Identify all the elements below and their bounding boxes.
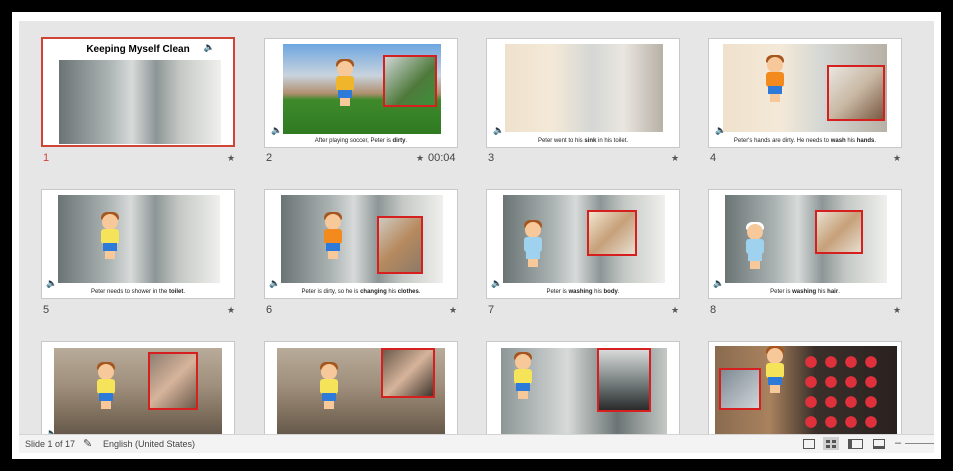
slide-number: 8 bbox=[710, 304, 717, 316]
slide-thumbnail-7[interactable]: 🔈 Peter is washing his body. bbox=[486, 189, 680, 299]
bathroom-photo bbox=[58, 195, 220, 283]
animation-star-icon: ★ bbox=[893, 153, 902, 163]
animation-star-icon: ★ bbox=[227, 153, 236, 163]
reading-view-icon[interactable] bbox=[847, 437, 863, 450]
peter-figure bbox=[98, 212, 122, 260]
speaker-icon: 🔈 bbox=[203, 42, 215, 52]
slide-thumbnail-1[interactable]: Keeping Myself Clean 🔈 bbox=[41, 37, 235, 147]
zoom-out-icon[interactable]: – bbox=[895, 437, 901, 449]
slide-thumbnail-12[interactable] bbox=[708, 341, 902, 441]
slide-thumbnail-4[interactable]: 🔈 Peter's hands are dirty. He needs to w… bbox=[708, 38, 902, 148]
zoom-inset bbox=[815, 210, 863, 254]
zoom-slider[interactable] bbox=[905, 443, 934, 444]
peter-figure bbox=[521, 220, 545, 268]
speaker-icon: 🔈 bbox=[269, 278, 281, 288]
slide-caption: Peter is dirty, so he is changing his cl… bbox=[301, 289, 421, 295]
peter-figure bbox=[743, 222, 767, 270]
slide-caption: Peter's hands are dirty. He needs to was… bbox=[733, 138, 877, 144]
peter-figure bbox=[94, 362, 118, 410]
slide-thumbnail-10[interactable] bbox=[264, 341, 458, 441]
slide-caption: After playing soccer, Peter is dirty. bbox=[314, 138, 408, 144]
animation-star-icon: ★ bbox=[893, 305, 902, 315]
speaker-icon: 🔈 bbox=[713, 278, 725, 288]
normal-view-icon[interactable] bbox=[801, 437, 817, 450]
animation-star-icon: ★ bbox=[449, 305, 458, 315]
slide-thumbnail-9[interactable]: 🔈 bbox=[41, 341, 235, 441]
notes-icon[interactable]: ✎ bbox=[83, 437, 92, 450]
bathroom-photo bbox=[59, 60, 221, 144]
zoom-inset bbox=[383, 55, 437, 107]
sink-photo bbox=[505, 44, 663, 132]
animation-star-icon: ★ bbox=[671, 305, 680, 315]
slide-thumbnail-6[interactable]: 🔈 Peter is dirty, so he is changing his … bbox=[264, 189, 458, 299]
slide-thumbnail-8[interactable]: 🔈 Peter is washing his hair. bbox=[708, 189, 902, 299]
animation-star-icon: ★ bbox=[671, 153, 680, 163]
status-bar: Slide 1 of 17 ✎ English (United States) … bbox=[19, 434, 934, 453]
slide-number: 5 bbox=[43, 304, 50, 316]
speaker-icon: 🔈 bbox=[271, 125, 283, 135]
zoom-inset bbox=[597, 348, 651, 412]
peter-figure bbox=[321, 212, 345, 260]
slide-caption: Peter needs to shower in the toilet. bbox=[90, 289, 186, 295]
speaker-icon: 🔈 bbox=[715, 125, 727, 135]
slide-sorter-pane[interactable]: Keeping Myself Clean 🔈 1 ★ 🔈 After playi… bbox=[19, 21, 934, 453]
peter-figure bbox=[317, 362, 341, 410]
peter-figure bbox=[511, 352, 535, 400]
zoom-inset bbox=[148, 352, 198, 410]
zoom-inset bbox=[377, 216, 423, 274]
slide-count-label: Slide 1 of 17 bbox=[25, 439, 76, 449]
speaker-icon: 🔈 bbox=[491, 278, 503, 288]
slide-number: 6 bbox=[266, 304, 273, 316]
animation-star-icon: ★ bbox=[227, 305, 236, 315]
peter-figure bbox=[763, 55, 787, 103]
slide-show-icon[interactable] bbox=[871, 437, 887, 450]
speaker-icon: 🔈 bbox=[493, 125, 505, 135]
slide-number: 2 bbox=[266, 152, 273, 164]
zoom-inset bbox=[381, 348, 435, 398]
zoom-inset bbox=[587, 210, 637, 256]
slide-number: 3 bbox=[488, 152, 495, 164]
slide-number: 4 bbox=[710, 152, 717, 164]
slide-timing: 00:04 bbox=[428, 152, 456, 164]
slide-thumbnail-11[interactable] bbox=[486, 341, 680, 441]
animation-star-icon: ★ bbox=[416, 153, 425, 163]
slide-caption: Peter is washing his hair. bbox=[770, 289, 840, 295]
slide-caption: Peter is washing his body. bbox=[546, 289, 620, 295]
slide-thumbnail-5[interactable]: 🔈 Peter needs to shower in the toilet. bbox=[41, 189, 235, 299]
slide-number: 7 bbox=[488, 304, 495, 316]
slide-thumbnail-3[interactable]: 🔈 Peter went to his sink in his toilet. bbox=[486, 38, 680, 148]
zoom-inset bbox=[827, 65, 885, 121]
colored-underwear-grid bbox=[801, 352, 883, 432]
peter-figure bbox=[763, 346, 787, 394]
slide-sorter-view-icon[interactable] bbox=[823, 437, 839, 450]
zoom-inset bbox=[719, 368, 761, 410]
speaker-icon: 🔈 bbox=[46, 278, 58, 288]
slide-number: 1 bbox=[43, 152, 50, 164]
slide-thumbnail-2[interactable]: 🔈 After playing soccer, Peter is dirty. bbox=[264, 38, 458, 148]
slide-caption: Peter went to his sink in his toilet. bbox=[537, 138, 629, 144]
language-label[interactable]: English (United States) bbox=[103, 439, 195, 449]
peter-figure bbox=[333, 59, 357, 107]
